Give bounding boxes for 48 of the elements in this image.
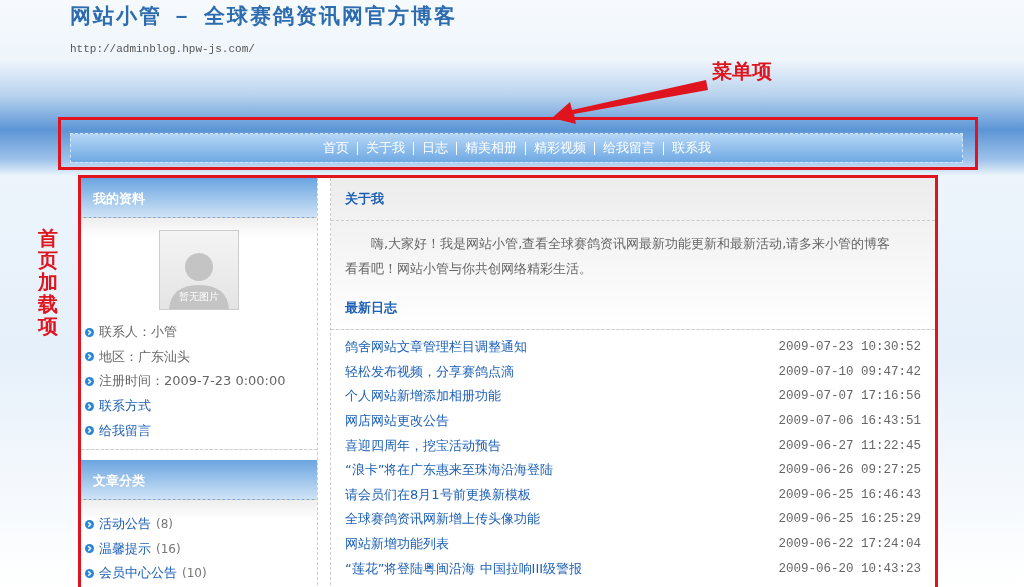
category-link[interactable]: 会员中心公告 (99, 564, 177, 583)
bullet-icon (85, 377, 94, 386)
bullet-icon (85, 568, 94, 578)
profile-link[interactable]: 给我留言 (99, 421, 151, 440)
profile-link[interactable]: 联系方式 (99, 397, 151, 416)
site-title: 网站小管 － 全球赛鸽资讯网官方博客 (70, 2, 458, 30)
post-time: 2009-07-07 17:16:56 (778, 389, 921, 404)
bullet-icon (85, 327, 94, 337)
bullet-icon (85, 426, 94, 436)
bullet-icon (85, 519, 94, 529)
bullet-icon (85, 352, 94, 362)
post-link[interactable]: 个人网站新增添加相册功能 (345, 387, 501, 406)
post-time: 2009-06-27 11:22:45 (778, 438, 921, 453)
post-link[interactable]: 全球赛鸽资讯网新增上传头像功能 (345, 510, 540, 529)
annotation-label: 菜单项 (712, 58, 772, 85)
post-time: 2009-07-10 09:47:42 (778, 364, 921, 379)
section-title: 最新日志 (344, 299, 398, 317)
profile-info: 地区：广东汕头 (99, 347, 190, 366)
bullet-icon (85, 401, 94, 411)
post-time: 2009-06-25 16:25:29 (778, 512, 921, 527)
post-link[interactable]: 轻松发布视频，分享赛鸽点滴 (345, 362, 514, 381)
bullet-icon (85, 544, 94, 554)
post-link[interactable]: “浪卡”将在广东惠来至珠海沿海登陆 (345, 461, 554, 480)
profile-info: 联系人：小管 (99, 323, 177, 342)
post-link[interactable]: 喜迎四周年，挖宝活动预告 (345, 436, 501, 455)
profile-info: 注册时间：2009-7-23 0:00:00 (99, 372, 286, 391)
post-link[interactable]: 请会员们在8月1号前更换新模板 (345, 485, 531, 504)
post-time: 2009-06-22 17:24:04 (778, 537, 921, 552)
post-time: 2009-07-23 10:30:52 (778, 340, 921, 355)
category-link[interactable]: 活动公告 (99, 515, 151, 534)
post-time: 2009-06-20 10:43:23 (778, 561, 921, 576)
post-time: 2009-07-06 16:43:51 (778, 414, 921, 429)
category-link[interactable]: 温馨提示 (99, 539, 151, 558)
category-count: (8) (156, 517, 173, 532)
post-link[interactable]: 网店网站更改公告 (345, 412, 449, 431)
panel-title: 我的资料 (81, 178, 317, 218)
post-time: 2009-06-26 09:27:25 (778, 463, 921, 478)
post-link[interactable]: 鸽舍网站文章管理栏目调整通知 (345, 338, 527, 357)
post-link[interactable]: “莲花”将登陆粤闽沿海 中国拉响III级警报 (345, 559, 583, 578)
panel-title: 文章分类 (81, 459, 317, 500)
section-title: 关于我 (331, 178, 935, 221)
annotation-label: 首页加载项 (36, 225, 59, 340)
post-link[interactable]: 网站新增功能列表 (345, 535, 449, 554)
site-url: http://adminblog.hpw-js.com/ (70, 43, 256, 55)
post-time: 2009-06-25 16:46:43 (778, 487, 921, 502)
category-count: (16) (156, 541, 181, 556)
category-count: (10) (182, 566, 207, 581)
about-text: 嗨,大家好！我是网站小管,查看全球赛鸽资讯网最新功能更新和最新活动,请多来小管的博客看看吧！网站小管与你共创网络精彩生活。 (344, 235, 892, 278)
